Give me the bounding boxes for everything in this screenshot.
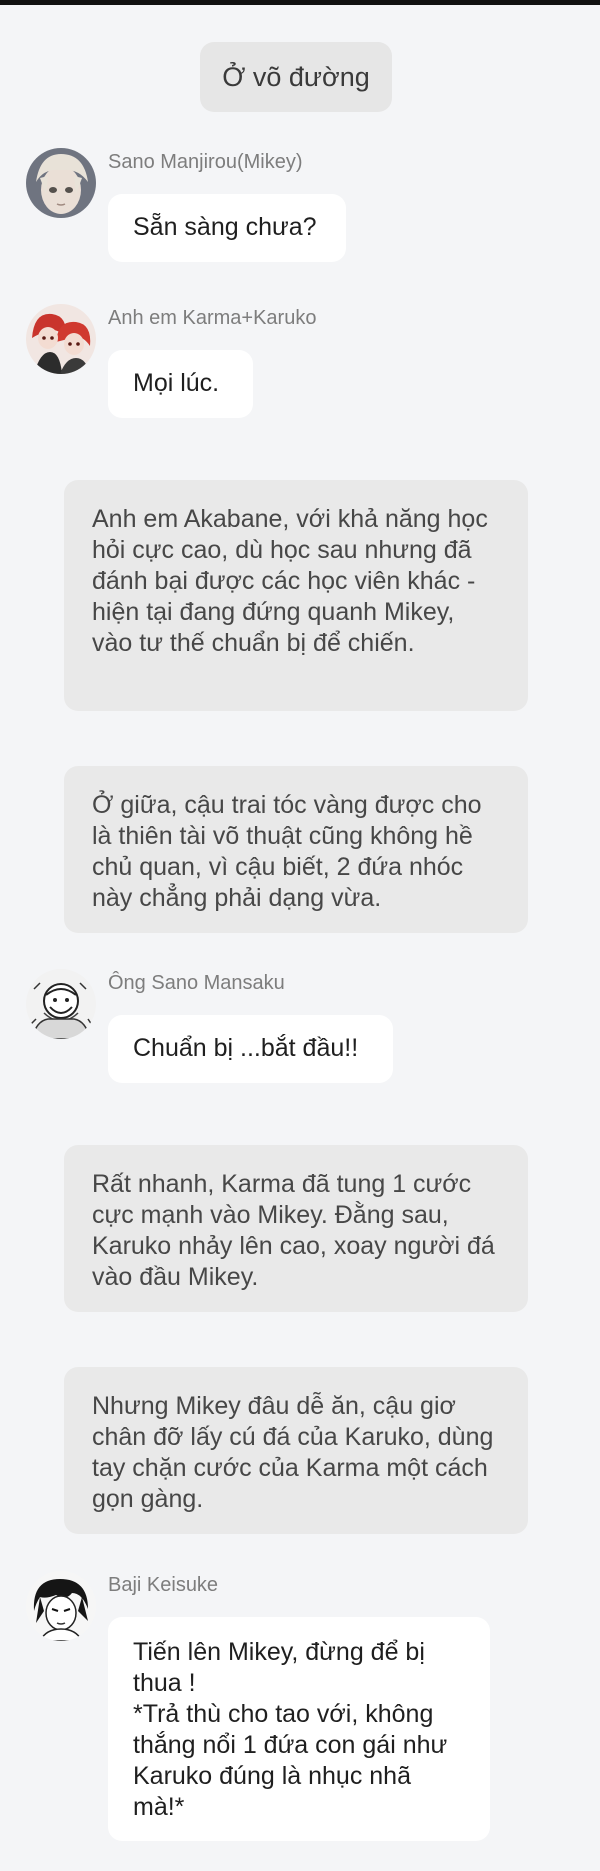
message-bubble: Chuẩn bị ...bắt đầu!!: [108, 1015, 393, 1083]
message-bubble: Sẵn sàng chưa?: [108, 194, 346, 262]
karma-karuko-avatar[interactable]: [26, 304, 96, 374]
scene-tag: Ở võ đường: [200, 42, 392, 112]
narration-text: Nhưng Mikey đâu dễ ăn, cậu giơ chân đỡ l…: [92, 1392, 494, 1513]
baji-avatar[interactable]: [26, 1571, 96, 1641]
message-bubble: Tiến lên Mikey, đừng để bị thua ! *Trả t…: [108, 1617, 490, 1841]
message-bubble: Mọi lúc.: [108, 350, 253, 418]
message-text: Mọi lúc.: [133, 369, 220, 397]
speaker-name: Anh em Karma+Karuko: [108, 307, 317, 329]
narration-block: Anh em Akabane, với khả năng học hỏi cực…: [64, 480, 528, 711]
narration-text: Ở giữa, cậu trai tóc vàng được cho là th…: [92, 791, 482, 912]
message-text: Chuẩn bị ...bắt đầu!!: [133, 1034, 359, 1062]
speaker-name: Ông Sano Mansaku: [108, 972, 285, 994]
narration-text: Rất nhanh, Karma đã tung 1 cước cực mạnh…: [92, 1170, 495, 1291]
speaker-name: Sano Manjirou(Mikey): [108, 151, 303, 173]
top-bar: [0, 0, 600, 5]
message-text: Tiến lên Mikey, đừng để bị thua ! *Trả t…: [133, 1638, 448, 1821]
speaker-name: Baji Keisuke: [108, 1574, 219, 1596]
mikey-avatar[interactable]: [26, 148, 96, 218]
mansaku-avatar[interactable]: [26, 969, 96, 1039]
narration-block: Nhưng Mikey đâu dễ ăn, cậu giơ chân đỡ l…: [64, 1367, 528, 1534]
narration-block: Ở giữa, cậu trai tóc vàng được cho là th…: [64, 766, 528, 933]
narration-block: Rất nhanh, Karma đã tung 1 cước cực mạnh…: [64, 1145, 528, 1312]
narration-text: Anh em Akabane, với khả năng học hỏi cực…: [92, 505, 488, 657]
scene-label: Ở võ đường: [222, 61, 370, 92]
message-text: Sẵn sàng chưa?: [133, 213, 317, 241]
